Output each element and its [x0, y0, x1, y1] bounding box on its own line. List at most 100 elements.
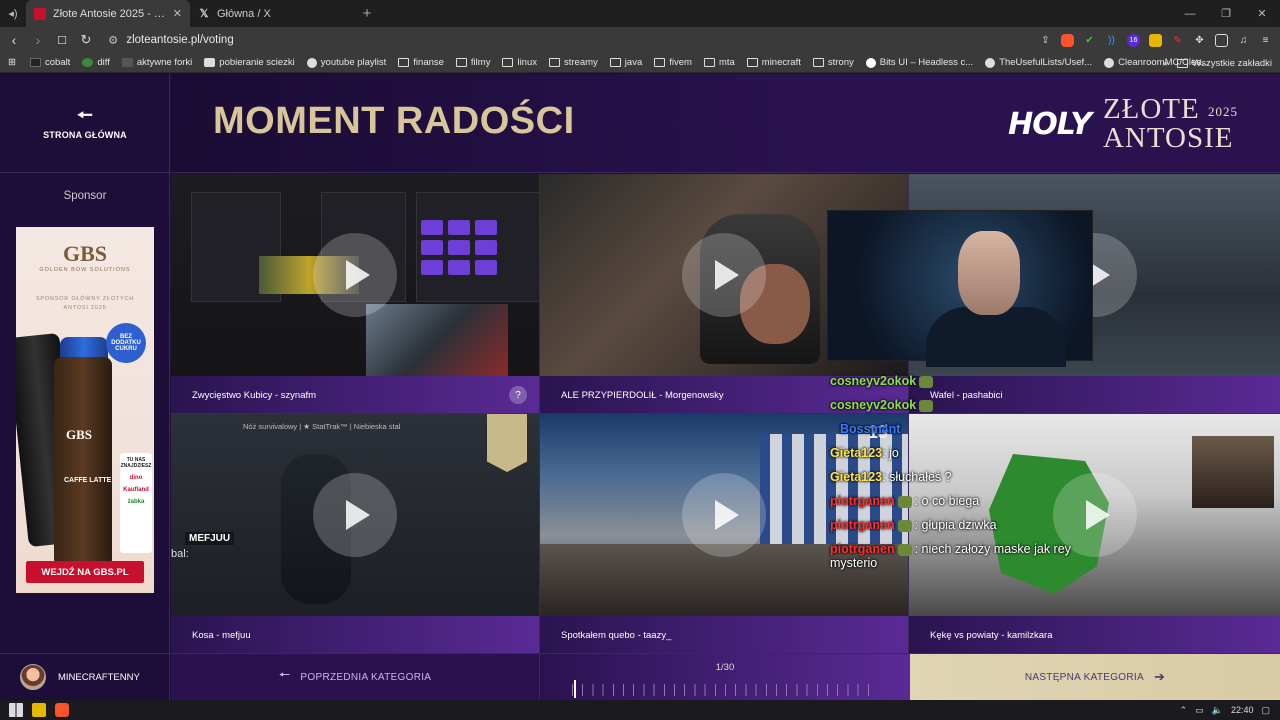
bookmark-folder[interactable]: mta: [703, 57, 735, 68]
bookmark-favicon: [82, 58, 94, 67]
folder-icon: [746, 58, 758, 67]
category-navigation: 🠔 POPRZEDNIA KATEGORIA 1/30 NASTĘPNA KAT…: [171, 654, 1280, 700]
apps-icon[interactable]: ⊞: [8, 57, 16, 68]
bookmark-folder[interactable]: streamy: [549, 57, 598, 68]
chat-text: : słuchałeś ?: [882, 470, 952, 484]
tab-x[interactable]: 𝕏 Główna / X: [190, 0, 354, 27]
extension-wave-icon[interactable]: )): [1105, 34, 1118, 47]
bookmark-item[interactable]: youtube playlist: [306, 57, 386, 68]
brand-line2: ANTOSIE: [1102, 121, 1234, 154]
ad-shops-title: TU NAS ZNAJDZIESZ: [120, 457, 152, 469]
previous-category-button[interactable]: 🠔 POPRZEDNIA KATEGORIA: [171, 654, 540, 700]
bookmark-item[interactable]: diff: [82, 57, 110, 68]
brand-line1: ZŁOTE 2025: [1103, 95, 1238, 125]
system-tray: ⌃ ▭ 🔈 22:40 ▢: [1180, 700, 1270, 720]
play-button[interactable]: [313, 233, 397, 317]
bookmark-favicon: [121, 58, 133, 67]
sponsor-ad-banner[interactable]: GBS GOLDEN BOW SOLUTIONS SPONSOR GŁÓWNY …: [16, 227, 154, 593]
site-settings-icon[interactable]: ⚙: [108, 33, 118, 47]
extensions-puzzle-icon[interactable]: ✥: [1193, 34, 1206, 47]
share-icon[interactable]: ⇪: [1039, 34, 1052, 47]
bookmark-page-icon[interactable]: ☐: [52, 34, 72, 47]
chat-user: Bossm4nt: [840, 422, 901, 436]
volume-icon[interactable]: 🔈: [1212, 705, 1223, 716]
extension-badge-icon[interactable]: 16: [1127, 33, 1140, 47]
clock[interactable]: 22:40: [1231, 705, 1254, 715]
notifications-icon[interactable]: ▢: [1261, 705, 1270, 716]
tab-zlote-antosie[interactable]: Złote Antosie 2025 - Największy ✕: [26, 0, 190, 27]
wallet-icon[interactable]: [1215, 33, 1228, 47]
next-category-button[interactable]: NASTĘPNA KATEGORIA ➔: [910, 654, 1280, 700]
bookmark-folder[interactable]: fivem: [654, 57, 692, 68]
holy-logo: HOLY: [1008, 106, 1092, 142]
more-bookmarks-icon[interactable]: »: [1163, 53, 1168, 72]
bookmark-item[interactable]: Bits UI – Headless c...: [865, 57, 973, 68]
bookmark-label: aktywne forki: [136, 57, 193, 68]
left-column: 🠔 STRONA GŁÓWNA Sponsor GBS GOLDEN BOW S…: [0, 74, 170, 700]
bookmark-label: finanse: [413, 57, 444, 68]
sponsor-label: Sponsor: [63, 190, 107, 202]
ad-sponsor-text: SPONSOR GŁÓWNY ZŁOTYCH ANTOSI 2025: [35, 296, 135, 311]
bookmark-favicon: [29, 58, 41, 67]
next-category-label: NASTĘPNA KATEGORIA: [1024, 671, 1144, 683]
video-card[interactable]: Zwycięstwo Kubicy - szynafm ?: [171, 174, 540, 414]
home-label: STRONA GŁÓWNA: [43, 130, 127, 140]
extension-yellow-icon[interactable]: [1149, 33, 1162, 47]
windows-start-icon[interactable]: [9, 703, 23, 717]
all-bookmarks-folder[interactable]: Wszystkie zakładki: [1177, 53, 1272, 72]
folder-icon: [1177, 58, 1189, 68]
bookmark-label: pobieranie sciezki: [219, 57, 295, 68]
category-progress[interactable]: 1/30: [540, 654, 910, 700]
menu-icon[interactable]: ≡: [1259, 34, 1272, 47]
file-explorer-icon[interactable]: [32, 703, 46, 717]
chat-text: : jo: [882, 446, 899, 460]
tray-chevron-icon[interactable]: ⌃: [1180, 705, 1188, 716]
globe-icon: [306, 57, 317, 68]
video-caption: Zwycięstwo Kubicy - szynafm: [171, 376, 539, 413]
bookmark-item[interactable]: cobalt: [29, 57, 70, 68]
folder-icon: [703, 58, 715, 67]
brave-browser-icon[interactable]: [55, 703, 69, 717]
close-window-icon[interactable]: ✕: [1244, 0, 1280, 27]
sidebar-toggle-icon[interactable]: ◂): [0, 0, 26, 27]
brave-shield-icon[interactable]: [1061, 33, 1074, 47]
ad-cta-button[interactable]: WEJDŹ NA GBS.PL: [26, 561, 144, 583]
chat-user: cosneyv2okok: [830, 398, 917, 412]
bookmark-folder[interactable]: strony: [812, 57, 854, 68]
forward-icon[interactable]: ›: [28, 32, 48, 48]
extension-red-icon[interactable]: ✎: [1171, 34, 1184, 47]
close-tab-icon[interactable]: ✕: [173, 7, 182, 20]
minimize-icon[interactable]: —: [1172, 0, 1208, 27]
ad-logo: GBS: [62, 241, 108, 266]
chat-text: : głupia dziwka: [914, 518, 997, 532]
video-card[interactable]: Nóż survivalowy | ★ StatTrak™ | Niebiesk…: [171, 414, 540, 654]
url-field[interactable]: ⚙ zloteantosie.pl/voting: [108, 33, 234, 47]
tab-title: Główna / X: [217, 7, 271, 20]
restore-icon[interactable]: ❐: [1208, 0, 1244, 27]
stream-chat-overlay: cosneyv2okok cosneyv2okok Bossm4nt Gieta…: [828, 372, 1208, 582]
home-button[interactable]: 🠔 STRONA GŁÓWNA: [0, 74, 170, 173]
bookmark-folder[interactable]: java: [609, 57, 642, 68]
back-icon[interactable]: ‹: [4, 32, 24, 48]
bookmark-item[interactable]: aktywne forki: [121, 57, 193, 68]
media-icon[interactable]: ♫: [1237, 34, 1250, 47]
bookmark-item[interactable]: TheUsefulLists/Usef...: [985, 57, 1092, 68]
github-icon: [1104, 57, 1115, 68]
play-button[interactable]: [682, 233, 766, 317]
play-button[interactable]: [682, 473, 766, 557]
emote-icon: [897, 519, 912, 532]
bookmark-folder[interactable]: minecraft: [746, 57, 801, 68]
bookmark-folder[interactable]: linux: [502, 57, 537, 68]
chat-message: piotrganen: niech założy maske jak rey m…: [830, 542, 1100, 570]
new-tab-button[interactable]: +: [354, 5, 380, 22]
network-icon[interactable]: ▭: [1195, 705, 1204, 716]
bookmark-item[interactable]: pobieranie sciezki: [204, 57, 295, 68]
reload-icon[interactable]: ↻: [76, 32, 96, 48]
extension-check-icon[interactable]: ✔: [1083, 34, 1096, 47]
folder-icon: [398, 58, 410, 67]
play-button[interactable]: [313, 473, 397, 557]
help-icon[interactable]: ?: [509, 386, 527, 404]
bookmark-folder[interactable]: finanse: [398, 57, 444, 68]
bookmark-folder[interactable]: filmy: [455, 57, 490, 68]
user-profile[interactable]: MINECRAFTENNY: [0, 653, 170, 700]
